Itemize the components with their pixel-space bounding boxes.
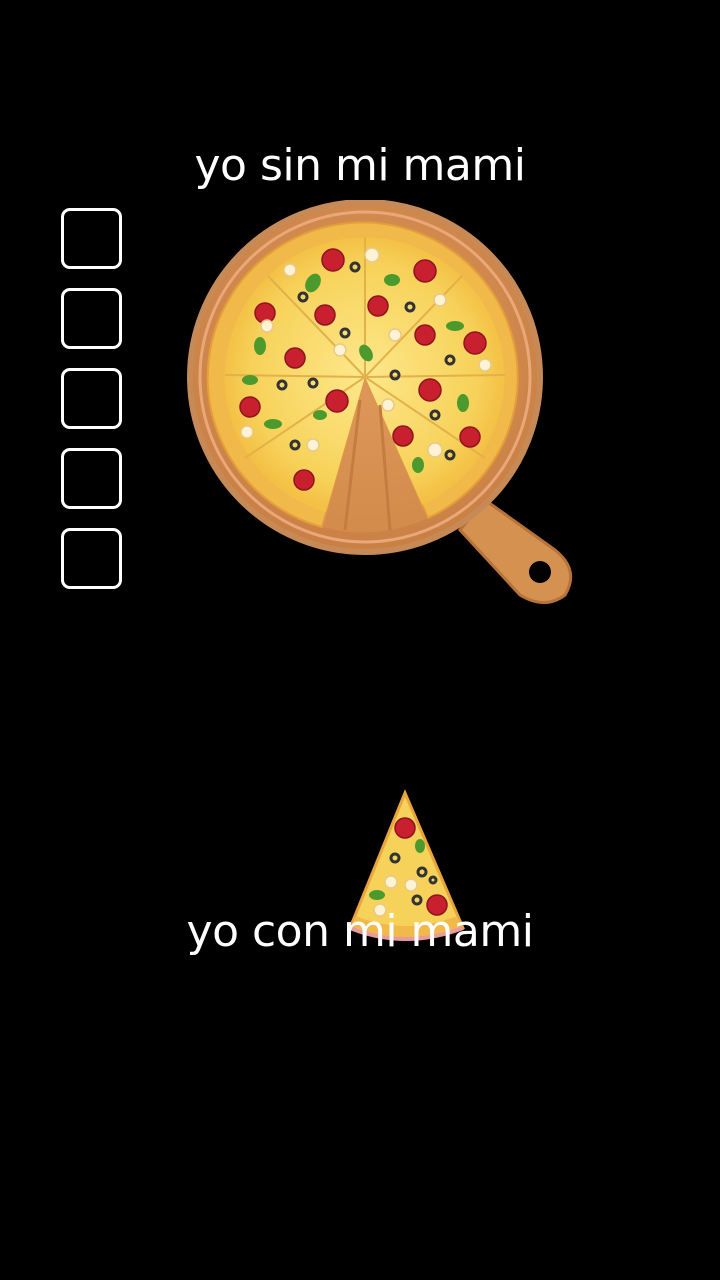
caption-top: yo sin mi mami (194, 140, 526, 191)
caption-bottom: yo con mi mami (186, 906, 534, 957)
pizza-board-image (187, 200, 573, 604)
checkbox-list (61, 208, 127, 608)
checkbox-5[interactable] (61, 528, 122, 589)
pizza (206, 221, 519, 533)
checkbox-2[interactable] (61, 288, 122, 349)
checkbox-1[interactable] (61, 208, 122, 269)
checkbox-3[interactable] (61, 368, 122, 429)
checkbox-4[interactable] (61, 448, 122, 509)
